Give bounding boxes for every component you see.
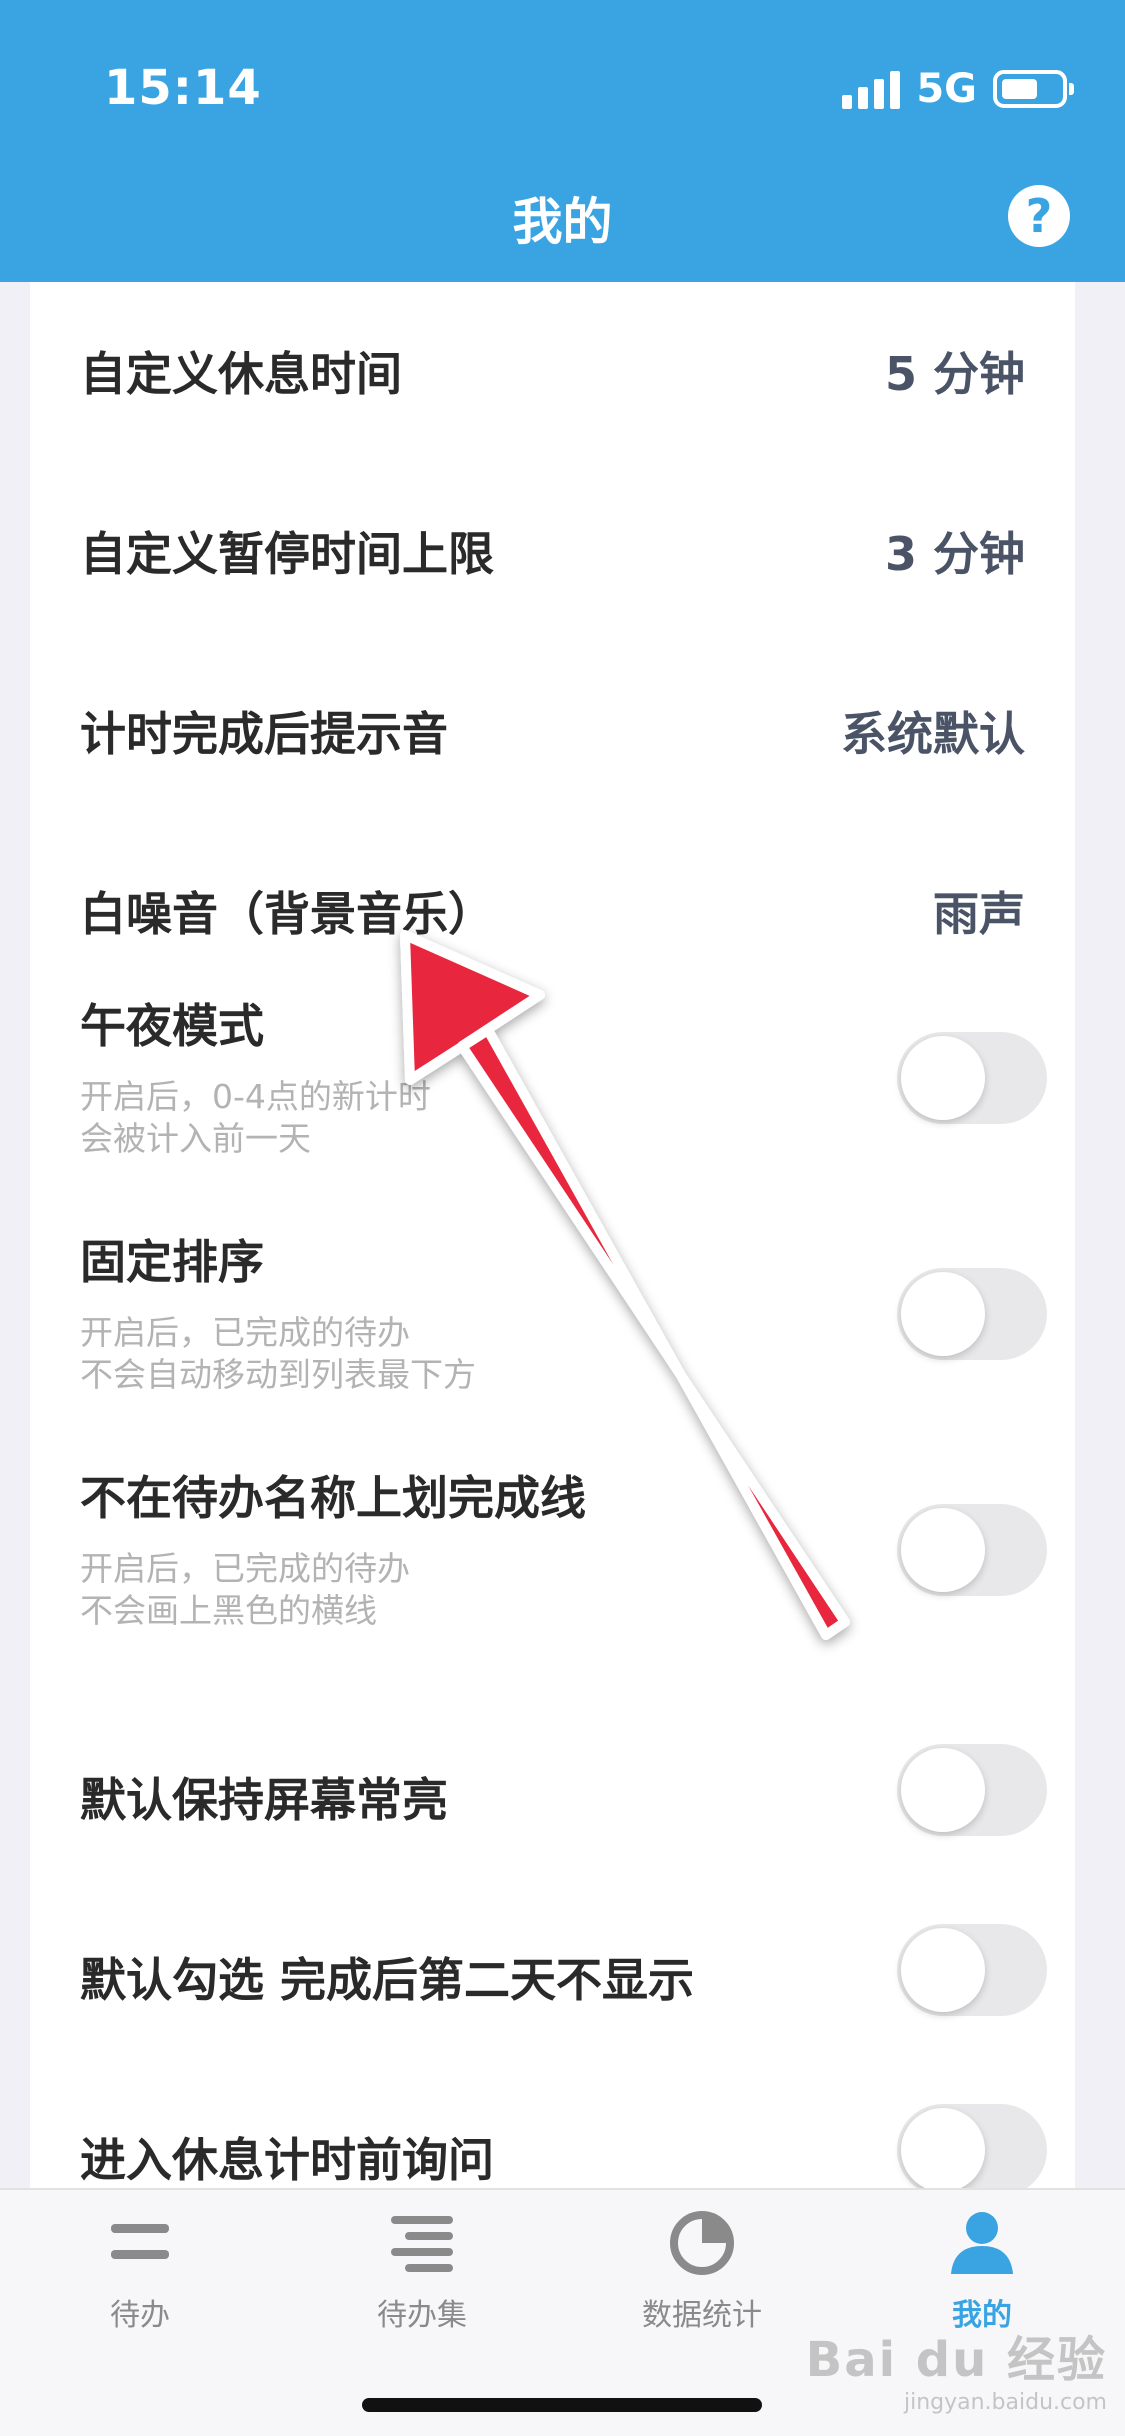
- list-icon: [105, 2208, 175, 2278]
- pie-chart-icon: [667, 2208, 737, 2278]
- setting-ask-before-rest: 进入休息计时前询问: [30, 2050, 1075, 2188]
- setting-description: 开启后，已完成的待办 不会自动移动到列表最下方: [80, 1313, 476, 1394]
- no-strikethrough-toggle[interactable]: [897, 1504, 1047, 1596]
- setting-label: 午夜模式: [80, 999, 264, 1053]
- setting-label: 计时完成后提示音: [80, 707, 448, 761]
- setting-description: 开启后，已完成的待办 不会画上黑色的横线: [80, 1549, 410, 1630]
- setting-description: 开启后，0-4点的新计时 会被计入前一天: [80, 1077, 431, 1158]
- fixed-order-toggle[interactable]: [897, 1268, 1047, 1360]
- setting-default-hide-next-day: 默认勾选 完成后第二天不显示: [30, 1870, 1075, 2050]
- setting-pause-limit[interactable]: 自定义暂停时间上限 3 分钟: [30, 462, 1075, 642]
- battery-icon: [993, 70, 1074, 108]
- help-icon[interactable]: ?: [1008, 185, 1070, 247]
- hide-next-day-toggle[interactable]: [897, 1924, 1047, 2016]
- page-title: 我的: [512, 193, 613, 251]
- tab-todo[interactable]: 待办: [30, 2208, 250, 2334]
- setting-label: 固定排序: [80, 1235, 264, 1289]
- tab-label: 数据统计: [642, 2298, 762, 2333]
- status-time: 15:14: [104, 60, 262, 116]
- setting-label: 默认勾选 完成后第二天不显示: [80, 1953, 695, 2007]
- midnight-mode-toggle[interactable]: [897, 1032, 1047, 1124]
- setting-no-strikethrough: 不在待办名称上划完成线 开启后，已完成的待办 不会画上黑色的横线: [30, 1454, 1075, 1690]
- setting-label: 不在待办名称上划完成线: [80, 1471, 586, 1525]
- setting-label: 自定义暂停时间上限: [80, 527, 494, 581]
- setting-midnight-mode: 午夜模式 开启后，0-4点的新计时 会被计入前一天: [30, 982, 1075, 1218]
- setting-value: 系统默认: [841, 707, 1025, 761]
- setting-label: 白噪音（背景音乐）: [80, 887, 494, 941]
- watermark-url: jingyan.baidu.com: [903, 2390, 1107, 2415]
- user-icon: [947, 2208, 1017, 2278]
- keep-screen-on-toggle[interactable]: [897, 1744, 1047, 1836]
- setting-finish-sound[interactable]: 计时完成后提示音 系统默认: [30, 642, 1075, 822]
- tab-label: 待办集: [377, 2298, 467, 2333]
- setting-fixed-order: 固定排序 开启后，已完成的待办 不会自动移动到列表最下方: [30, 1218, 1075, 1454]
- setting-rest-time[interactable]: 自定义休息时间 5 分钟: [30, 282, 1075, 462]
- setting-value: 3 分钟: [884, 527, 1025, 581]
- settings-card: 自定义休息时间 5 分钟 自定义暂停时间上限 3 分钟 计时完成后提示音 系统默…: [30, 282, 1075, 2188]
- setting-keep-screen-on: 默认保持屏幕常亮: [30, 1690, 1075, 1870]
- list-set-icon: [387, 2208, 457, 2278]
- tab-statistics[interactable]: 数据统计: [592, 2208, 812, 2334]
- setting-white-noise[interactable]: 白噪音（背景音乐） 雨声: [30, 822, 1075, 982]
- setting-label: 默认保持屏幕常亮: [80, 1773, 448, 1827]
- setting-value: 雨声: [933, 887, 1025, 941]
- tab-label: 待办: [110, 2298, 170, 2333]
- setting-label: 自定义休息时间: [80, 347, 402, 401]
- ask-before-rest-toggle[interactable]: [897, 2104, 1047, 2188]
- status-indicators: 5G: [842, 64, 1074, 114]
- signal-icon: [842, 69, 901, 109]
- watermark-text: Bai du 经验: [805, 2332, 1107, 2388]
- home-indicator[interactable]: [362, 2398, 762, 2412]
- tab-todo-set[interactable]: 待办集: [312, 2208, 532, 2334]
- setting-label: 进入休息计时前询问: [80, 2133, 494, 2187]
- network-type: 5G: [916, 66, 977, 112]
- tab-mine[interactable]: 我的: [872, 2208, 1092, 2334]
- setting-value: 5 分钟: [884, 347, 1025, 401]
- watermark: Bai du 经验 jingyan.baidu.com: [806, 2320, 1107, 2415]
- header-bar: 15:14 5G 我的 ?: [0, 0, 1125, 282]
